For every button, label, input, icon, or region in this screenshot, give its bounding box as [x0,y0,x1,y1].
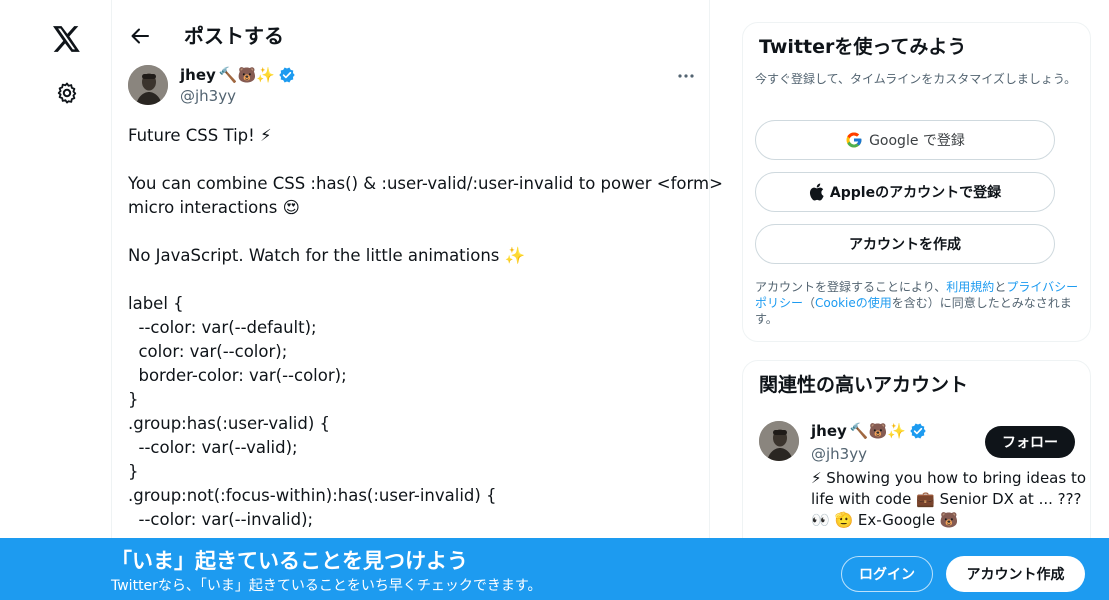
legal-and: と [994,280,1007,294]
related-accounts-card: 関連性の高いアカウント jhey 🔨🐻✨ @jh3yy フォロー ⚡ Showi… [742,360,1091,560]
related-account-bio: ⚡ Showing you how to bring ideas to life… [811,468,1087,531]
author-emojis: 🔨🐻✨ [218,66,275,84]
cookie-use-link[interactable]: Cookieの使用 [815,296,892,310]
more-options-icon[interactable] [674,64,698,88]
related-account-name: jhey [811,422,847,440]
author-name: jhey [180,66,216,84]
tweet-line [128,268,694,292]
legal-notice: アカウントを登録することにより、利用規約とプライバシーポリシー（Cookieの使… [755,279,1085,327]
x-logo-icon[interactable] [48,20,86,58]
tweet-line: .group:not(:focus-within):has(:user-inva… [128,486,497,505]
gear-icon [57,82,77,104]
related-account-handle[interactable]: @jh3yy [811,444,867,464]
login-button[interactable]: ログイン [841,556,933,592]
tweet-line: } [128,390,139,409]
main-column: ポストする jhey 🔨🐻✨ @jh3yy Future CSS Tip! ⚡ … [112,0,723,600]
avatar[interactable] [128,65,168,105]
ellipsis-icon [678,74,694,78]
tweet-line: You can combine CSS :has() & :user-valid… [128,174,723,193]
create-account-button[interactable]: アカウントを作成 [755,224,1055,264]
tweet-line: .group:has(:user-valid) { [128,414,331,433]
avatar[interactable] [759,421,799,461]
banner-title: 「いま」起きていることを見つけよう [111,549,468,573]
tweet-line: --color: var(--default); [128,318,317,337]
apple-icon [809,183,824,201]
create-account-label: アカウントを作成 [849,237,961,253]
google-signup-button[interactable]: Google で登録 [755,120,1055,160]
bio-line: 👀 🫡 Ex-Google 🐻 [811,511,959,529]
page-title: ポストする [184,24,284,48]
tweet-line: label { [128,294,184,313]
signup-card-title: Twitterを使ってみよう [759,36,967,58]
tweet-line [128,220,694,244]
tweet-line: border-color: var(--color); [128,366,347,385]
signup-card-subtitle: 今すぐ登録して、タイムラインをカスタマイズしましょう。 [755,72,1077,86]
related-account-name-row[interactable]: jhey 🔨🐻✨ [811,421,927,441]
author-handle[interactable]: @jh3yy [180,86,236,106]
tweet-line: No JavaScript. Watch for the little anim… [128,246,526,265]
tweet-line: } [128,462,139,481]
follow-button[interactable]: フォロー [985,426,1075,458]
avatar-image [128,65,168,105]
apple-signup-button[interactable]: Appleのアカウントで登録 [755,172,1055,212]
signup-card: Twitterを使ってみよう 今すぐ登録して、タイムラインをカスタマイズしましょ… [742,22,1091,342]
back-arrow-icon[interactable] [126,22,154,50]
tweet-author: jhey 🔨🐻✨ @jh3yy [128,64,698,108]
bio-line: ⚡ Showing you how to bring ideas to [811,469,1087,487]
banner-signup-button[interactable]: アカウント作成 [946,556,1085,592]
tweet-line: Future CSS Tip! ⚡ [128,126,272,145]
apple-signup-label: Appleのアカウントで登録 [829,185,1002,201]
tweet-line: micro interactions 😍 [128,198,300,217]
google-signup-label: Google で登録 [869,133,965,149]
post-header: ポストする [112,0,710,72]
tweet-line: color: var(--color); [128,342,288,361]
tweet-line: --color: var(--valid); [128,438,298,457]
left-nav [0,0,112,600]
right-sidebar: Twitterを使ってみよう 今すぐ登録して、タイムラインをカスタマイズしましょ… [742,22,1091,560]
avatar-image [759,421,799,461]
arrow-left-icon [131,28,149,44]
x-logo-icon-svg [53,26,80,52]
signup-banner: 「いま」起きていることを見つけよう Twitterなら、「いま」起きていることを… [0,538,1109,600]
legal-open-paren: （ [803,296,816,310]
tweet-line [128,148,694,172]
author-name-row[interactable]: jhey 🔨🐻✨ [180,65,296,85]
settings-gear-icon[interactable] [48,74,86,112]
verified-badge-icon [910,423,926,439]
terms-link[interactable]: 利用規約 [946,280,994,294]
bio-line: life with code 💼 Senior DX at ... ??? [811,490,1082,508]
tweet-text: Future CSS Tip! ⚡ You can combine CSS :h… [128,124,723,532]
google-icon [846,132,862,148]
banner-subtitle: Twitterなら、「いま」起きていることをいち早くチェックできます。 [111,578,542,594]
tweet-line: --color: var(--invalid); [128,510,314,529]
related-accounts-title: 関連性の高いアカウント [759,374,969,396]
legal-prefix: アカウントを登録することにより、 [755,280,947,294]
verified-badge-icon [279,67,295,83]
related-account-emojis: 🔨🐻✨ [849,422,906,440]
